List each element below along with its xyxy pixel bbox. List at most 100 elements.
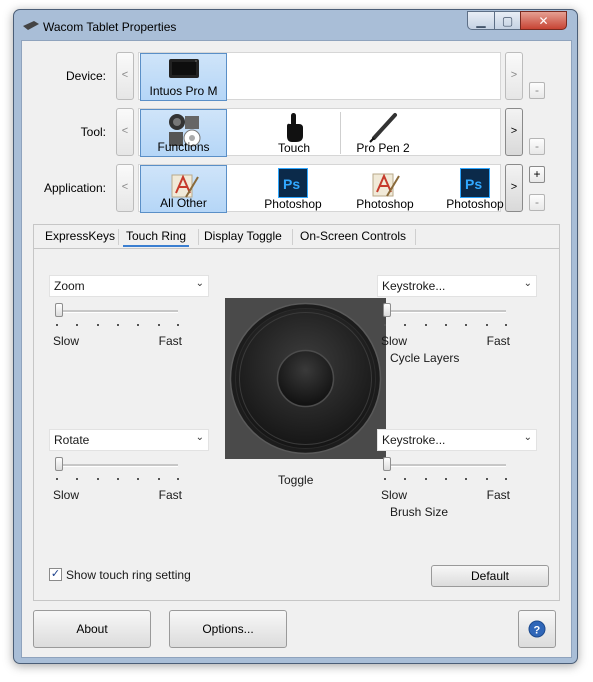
- slider-tick: [465, 324, 467, 326]
- app-tile-all-other[interactable]: All Other: [140, 165, 227, 213]
- tab-touch-ring[interactable]: Touch Ring: [123, 229, 190, 247]
- slider-tick: [384, 324, 386, 326]
- application-next-button[interactable]: >: [505, 164, 523, 212]
- tool-tile-pen[interactable]: Pro Pen 2: [343, 109, 423, 157]
- help-button[interactable]: ?: [518, 610, 556, 648]
- right-bottom-function-dropdown[interactable]: Keystroke... ⌄: [377, 429, 537, 451]
- app-tile-photoshop-2[interactable]: Photoshop: [340, 165, 430, 213]
- photoshop-icon: Ps: [460, 168, 490, 198]
- tool-label: Tool:: [80, 125, 106, 139]
- tool-tile-functions[interactable]: Functions: [140, 109, 227, 157]
- slider-thumb[interactable]: [383, 303, 391, 317]
- tool-tile-label: Functions: [157, 140, 210, 154]
- device-remove-button[interactable]: -: [529, 82, 545, 99]
- tool-prev-button[interactable]: <: [116, 108, 134, 156]
- device-next-button[interactable]: >: [505, 52, 523, 100]
- default-button[interactable]: Default: [431, 565, 549, 587]
- photoshop-icon: Ps: [278, 168, 308, 198]
- dropdown-value: Zoom: [54, 279, 85, 293]
- minimize-button[interactable]: ▁: [467, 11, 495, 30]
- title-bar[interactable]: Wacom Tablet Properties ▁ ▢ ✕: [14, 10, 577, 40]
- photoshop-generic-icon: [372, 173, 400, 197]
- device-tile-label: Intuos Pro M: [149, 84, 218, 98]
- slider-tick: [56, 324, 58, 326]
- tool-remove-button[interactable]: -: [529, 138, 545, 155]
- window-title: Wacom Tablet Properties: [43, 20, 177, 34]
- help-icon: ?: [528, 620, 546, 638]
- slider-thumb[interactable]: [55, 457, 63, 471]
- svg-text:Ps: Ps: [283, 176, 300, 192]
- slider-tick: [76, 324, 78, 326]
- application-remove-button[interactable]: -: [529, 194, 545, 211]
- slider-tick: [384, 478, 386, 480]
- slider-tick: [97, 478, 99, 480]
- tab-display-toggle[interactable]: Display Toggle: [204, 229, 282, 243]
- app-tile-label: Photoshop: [264, 197, 322, 211]
- center-button-label: Toggle: [278, 473, 314, 487]
- right-bottom-speed-slider[interactable]: Slow Fast: [380, 456, 510, 502]
- slider-slow-label: Slow: [381, 488, 408, 502]
- slider-fast-label: Fast: [486, 488, 510, 502]
- slider-tick: [505, 478, 507, 480]
- app-tile-photoshop-1[interactable]: Ps Photoshop: [246, 165, 340, 213]
- slider-tick: [486, 478, 488, 480]
- slider-tick: [404, 324, 406, 326]
- slider-tick: [56, 478, 58, 480]
- tool-next-button[interactable]: >: [505, 108, 523, 156]
- right-top-function-dropdown[interactable]: Keystroke... ⌄: [377, 275, 537, 297]
- tab-separator: [118, 229, 119, 245]
- slider-tick: [117, 478, 119, 480]
- window-controls: ▁ ▢ ✕: [467, 11, 575, 31]
- show-setting-checkbox[interactable]: ✓: [49, 568, 62, 581]
- chevron-down-icon: ⌄: [195, 278, 204, 289]
- dropdown-value: Keystroke...: [382, 433, 446, 447]
- tablet-icon: [168, 59, 199, 78]
- slider-tick: [158, 324, 160, 326]
- tab-separator: [198, 229, 199, 245]
- slider-thumb[interactable]: [383, 457, 391, 471]
- tool-tile-touch[interactable]: Touch: [249, 109, 339, 157]
- slider-tick: [177, 478, 179, 480]
- tab-separator: [292, 229, 293, 245]
- right-top-speed-slider[interactable]: Slow Fast: [380, 302, 510, 348]
- tab-on-screen-controls[interactable]: On-Screen Controls: [300, 229, 406, 243]
- left-bottom-function-dropdown[interactable]: Rotate ⌄: [49, 429, 209, 451]
- right-top-keystroke-name: Cycle Layers: [390, 351, 460, 365]
- settings-panel: ExpressKeys Touch Ring Display Toggle On…: [33, 224, 560, 601]
- left-top-function-dropdown[interactable]: Zoom ⌄: [49, 275, 209, 297]
- slider-tick: [425, 478, 427, 480]
- application-prev-button[interactable]: <: [116, 164, 134, 212]
- slider-tick: [445, 478, 447, 480]
- tool-tile-label: Touch: [277, 141, 311, 155]
- close-icon: ✕: [538, 14, 549, 28]
- device-tile-intuos[interactable]: Intuos Pro M: [140, 53, 227, 101]
- slider-tick: [465, 478, 467, 480]
- slider-tick: [97, 324, 99, 326]
- device-prev-button[interactable]: <: [116, 52, 134, 100]
- slider-tick: [117, 324, 119, 326]
- show-setting-label: Show touch ring setting: [66, 568, 191, 582]
- slider-tick: [404, 478, 406, 480]
- tab-expresskeys[interactable]: ExpressKeys: [45, 229, 115, 243]
- close-button[interactable]: ✕: [520, 11, 567, 30]
- dropdown-value: Rotate: [54, 433, 90, 447]
- slider-thumb[interactable]: [55, 303, 63, 317]
- slider-track: [56, 464, 178, 467]
- options-button[interactable]: Options...: [169, 610, 287, 648]
- maximize-button[interactable]: ▢: [494, 11, 521, 30]
- slider-track: [56, 310, 178, 313]
- left-bottom-speed-slider[interactable]: Slow Fast: [52, 456, 182, 502]
- tile-divider: [340, 112, 341, 154]
- slider-track: [384, 310, 506, 313]
- application-add-button[interactable]: +: [529, 166, 545, 183]
- slider-slow-label: Slow: [381, 334, 408, 348]
- right-bottom-keystroke-name: Brush Size: [390, 505, 449, 519]
- slider-slow-label: Slow: [53, 334, 80, 348]
- tab-separator: [415, 229, 416, 245]
- slider-tick: [137, 478, 139, 480]
- about-button[interactable]: About: [33, 610, 151, 648]
- dropdown-value: Keystroke...: [382, 279, 446, 293]
- slider-tick: [177, 324, 179, 326]
- slider-slow-label: Slow: [53, 488, 80, 502]
- left-top-speed-slider[interactable]: Slow Fast: [52, 302, 182, 348]
